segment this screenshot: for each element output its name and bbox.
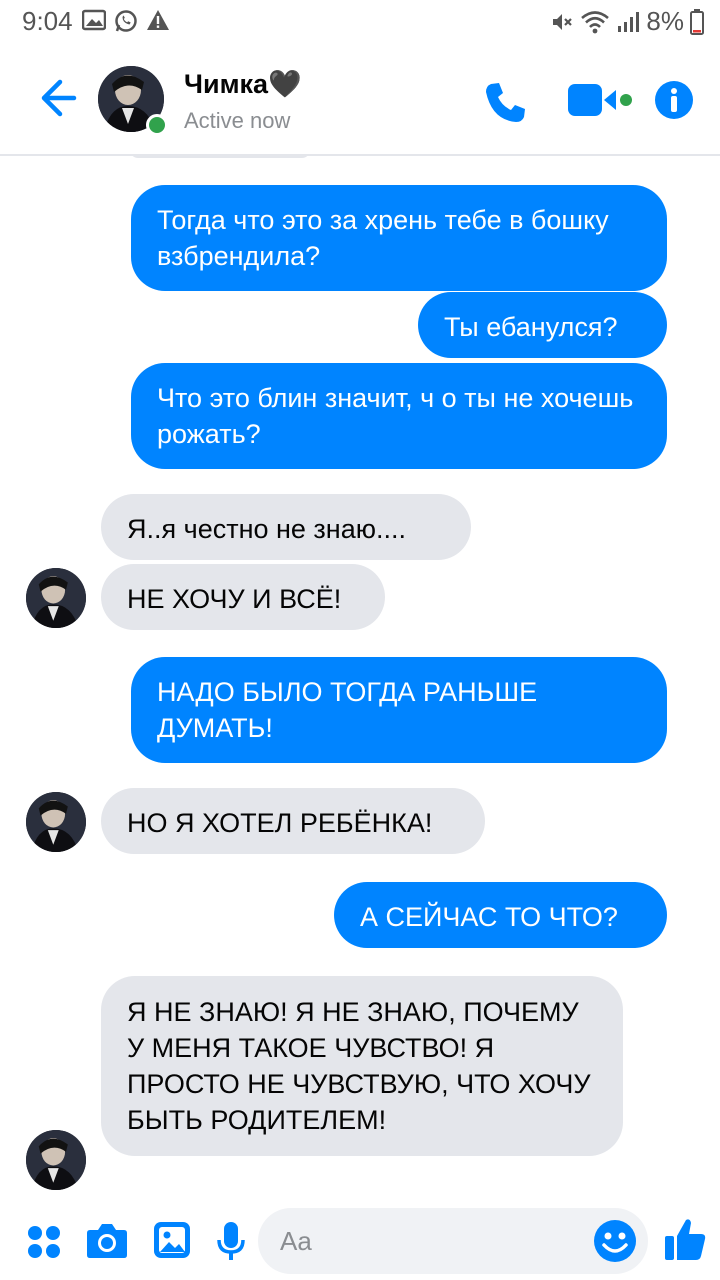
- message-bubble-incoming[interactable]: НО Я ХОТЕЛ РЕБЁНКА!: [101, 788, 485, 854]
- gallery-icon[interactable]: [152, 1220, 192, 1260]
- wifi-icon: [581, 10, 610, 33]
- message-bubble-outgoing[interactable]: А СЕЙЧАС ТО ЧТО?: [334, 882, 667, 948]
- contact-avatar[interactable]: [98, 66, 168, 136]
- status-bar: 9:04 8%: [0, 0, 720, 44]
- conversation-header: Чимка🖤 Active now: [0, 44, 720, 156]
- message-input-placeholder: Aa: [280, 1226, 312, 1256]
- more-actions-icon[interactable]: [26, 1224, 62, 1260]
- gallery-notification-icon: [82, 9, 106, 31]
- status-time: 9:04: [22, 6, 73, 36]
- signal-icon: [618, 11, 640, 32]
- video-call-icon[interactable]: [566, 80, 638, 120]
- message-bubble-outgoing[interactable]: Что это блин значит, ч о ты не хочешь ро…: [131, 363, 667, 469]
- thumbs-up-icon[interactable]: [664, 1216, 706, 1262]
- message-composer: Aa: [0, 1200, 720, 1280]
- message-bubble-outgoing[interactable]: Тогда что это за хрень тебе в бошку взбр…: [131, 185, 667, 291]
- online-status-dot: [146, 114, 168, 136]
- message-list[interactable]: Тогда что это за хрень тебе в бошку взбр…: [0, 156, 720, 1196]
- camera-icon[interactable]: [86, 1222, 128, 1260]
- message-bubble-incoming[interactable]: НЕ ХОЧУ И ВСЁ!: [101, 564, 385, 630]
- previous-message-remnant: [130, 156, 310, 158]
- message-input[interactable]: Aa: [258, 1208, 648, 1274]
- sender-avatar[interactable]: [26, 792, 86, 852]
- active-status: Active now: [184, 108, 291, 133]
- message-bubble-incoming[interactable]: Я НЕ ЗНАЮ! Я НЕ ЗНАЮ, ПОЧЕМУ У МЕНЯ ТАКО…: [101, 976, 623, 1156]
- whatsapp-notification-icon: [115, 10, 137, 32]
- back-arrow-icon[interactable]: [34, 76, 78, 120]
- notification-icons: [82, 9, 170, 33]
- phone-call-icon[interactable]: [482, 80, 528, 126]
- system-status-icons: 8%: [550, 6, 704, 37]
- battery-level: 8%: [646, 6, 684, 36]
- battery-icon: [690, 8, 704, 35]
- sender-avatar[interactable]: [26, 1130, 86, 1190]
- message-bubble-incoming[interactable]: Я..я честно не знаю....: [101, 494, 471, 560]
- message-bubble-outgoing[interactable]: Ты ебанулся?: [418, 292, 667, 358]
- message-bubble-outgoing[interactable]: НАДО БЫЛО ТОГДА РАНЬШЕ ДУМАТЬ!: [131, 657, 667, 763]
- warning-notification-icon: [147, 10, 169, 30]
- sender-avatar[interactable]: [26, 568, 86, 628]
- info-icon[interactable]: [654, 80, 694, 120]
- mute-icon: [553, 13, 573, 30]
- emoji-icon[interactable]: [592, 1218, 638, 1264]
- contact-name[interactable]: Чимка🖤: [184, 68, 302, 100]
- microphone-icon[interactable]: [216, 1220, 246, 1264]
